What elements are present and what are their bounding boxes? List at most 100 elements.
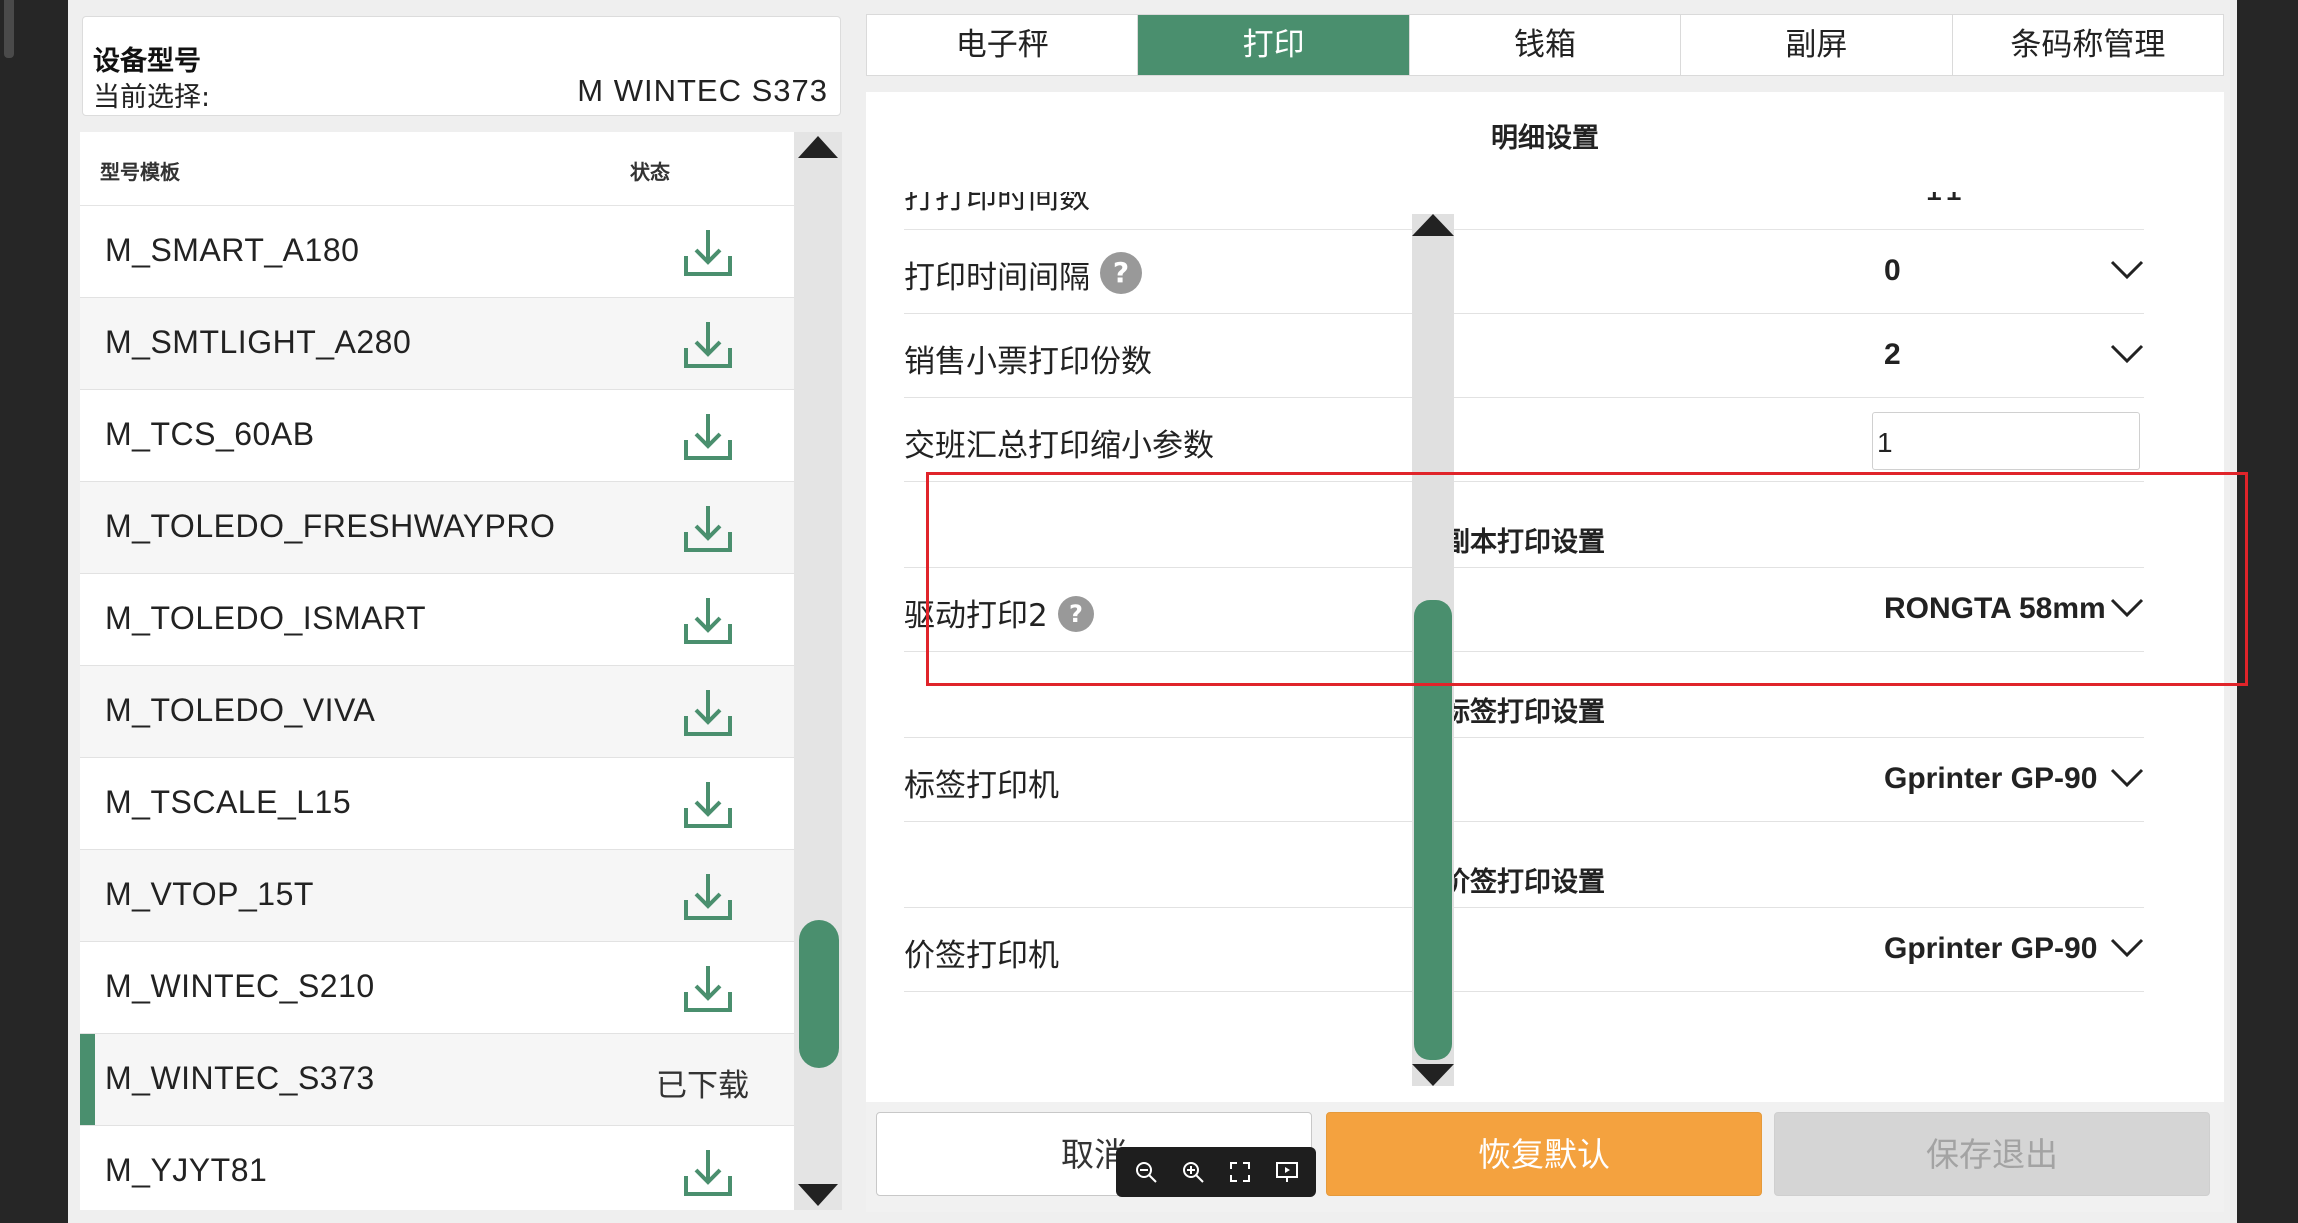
download-icon[interactable] (680, 1146, 736, 1200)
tab-barcode-scale[interactable]: 条码称管理 (1952, 15, 2224, 75)
detail-scrollbar[interactable] (1412, 214, 1454, 1086)
save-exit-button[interactable]: 保存退出 (1774, 1112, 2210, 1196)
setting-price-printer[interactable]: 价签打印机 Gprinter GP-90 (904, 908, 2144, 992)
model-row[interactable]: M_YJYT81 (80, 1126, 794, 1210)
settings-list: 打打印时间数 11 打印时间间隔 ? 0 销售小票打印份数 2 交班汇总打印缩小… (866, 192, 2166, 1102)
chevron-down-icon[interactable] (2109, 594, 2145, 622)
download-icon[interactable] (680, 686, 736, 740)
model-row[interactable]: M_TOLEDO_VIVA (80, 666, 794, 758)
download-icon[interactable] (680, 502, 736, 556)
download-icon[interactable] (680, 318, 736, 372)
scroll-down-arrow-icon[interactable] (798, 1184, 838, 1206)
model-name: M_SMTLIGHT_A280 (105, 324, 412, 360)
shift-scale-input[interactable]: 1 (1872, 412, 2140, 470)
model-list-header: 型号模板 状态 (80, 132, 794, 206)
download-icon[interactable] (680, 410, 736, 464)
section-label-print: 标签打印设置 (904, 652, 2144, 738)
restore-defaults-button[interactable]: 恢复默认 (1326, 1112, 1762, 1196)
chevron-down-icon[interactable] (2109, 934, 2145, 962)
receipt-copies-value[interactable]: 2 (1884, 338, 2122, 372)
scroll-up-arrow-icon[interactable] (1412, 214, 1454, 236)
model-name: M_SMART_A180 (105, 232, 360, 268)
model-row[interactable]: M_WINTEC_S210 (80, 942, 794, 1034)
price-printer-value[interactable]: Gprinter GP-90 (1884, 932, 2122, 966)
model-name: M_WINTEC_S210 (105, 968, 375, 1004)
chevron-down-icon[interactable] (2109, 764, 2145, 792)
model-list-scrollbar[interactable] (794, 132, 842, 1210)
scroll-up-arrow-icon[interactable] (798, 136, 838, 158)
detail-title: 明细设置 (1491, 123, 1599, 154)
model-name: M_YJYT81 (105, 1152, 268, 1188)
tab-scale[interactable]: 电子秤 (867, 15, 1139, 75)
model-row[interactable]: M_TOLEDO_FRESHWAYPRO (80, 482, 794, 574)
model-row[interactable]: M_WINTEC_S373 已下载 (80, 1034, 794, 1126)
model-list: 型号模板 状态 M_SMART_A180 M_SMTLIGHT_A280 M_TCS… (80, 132, 794, 1210)
app-window: 设备型号 当前选择: M WINTEC S373 型号模板 状态 M_SMART… (68, 0, 2248, 1223)
setting-print-interval[interactable]: 打印时间间隔 ? 0 (904, 230, 2144, 314)
window-left-edge (0, 0, 68, 1223)
model-row[interactable]: M_TSCALE_L15 (80, 758, 794, 850)
tab-cash-drawer[interactable]: 钱箱 (1409, 15, 1682, 75)
column-header-status: 状态 (630, 160, 670, 184)
setting-receipt-copies[interactable]: 销售小票打印份数 2 (904, 314, 2144, 398)
zoom-toolbar (1116, 1147, 1316, 1197)
setting-shift-scale: 交班汇总打印缩小参数 1 (904, 398, 2144, 482)
scroll-thumb[interactable] (799, 920, 839, 1068)
model-row[interactable]: M_VTOP_15T (80, 850, 794, 942)
shift-scale-label: 交班汇总打印缩小参数 (904, 428, 1214, 464)
model-row[interactable]: M_SMART_A180 (80, 206, 794, 298)
help-icon[interactable]: ? (1058, 596, 1094, 632)
section-price-print: 价签打印设置 (904, 822, 2144, 908)
model-rows: M_SMART_A180 M_SMTLIGHT_A280 M_TCS_60AB M_T… (80, 206, 794, 1210)
scroll-thumb[interactable] (1414, 600, 1452, 1060)
detail-panel: 明细设置 打打印时间数 11 打印时间间隔 ? 0 销售小票打印份数 2 交班汇… (866, 92, 2224, 1102)
zoom-in-icon[interactable] (1180, 1159, 1206, 1185)
device-header: 设备型号 当前选择: M WINTEC S373 (82, 16, 841, 116)
setting-driver-print-2[interactable]: 驱动打印2 ? RONGTA 58mm (904, 568, 2144, 652)
tab-print[interactable]: 打印 (1138, 15, 1410, 75)
clipped-setting-row: 打打印时间数 11 (904, 192, 2144, 230)
label-printer-label: 标签打印机 (904, 768, 1059, 804)
presentation-icon[interactable] (1274, 1159, 1300, 1185)
downloaded-status: 已下载 (656, 1068, 749, 1104)
clipped-row-label: 打打印时间数 (904, 192, 1090, 216)
section-copy-print: 副本打印设置 (904, 482, 2144, 568)
model-name: M_WINTEC_S373 (105, 1060, 375, 1096)
download-icon[interactable] (680, 594, 736, 648)
column-header-model: 型号模板 (100, 160, 180, 184)
bottom-action-bar: 取消 恢复默认 保存退出 (866, 1102, 2224, 1212)
label-printer-value[interactable]: Gprinter GP-90 (1884, 762, 2122, 796)
download-icon[interactable] (680, 870, 736, 924)
print-interval-value[interactable]: 0 (1884, 254, 2122, 288)
fit-screen-icon[interactable] (1227, 1159, 1253, 1185)
driver-print-2-value[interactable]: RONGTA 58mm (1884, 592, 2122, 626)
help-icon[interactable]: ? (1100, 252, 1142, 294)
clipped-row-value: 11 (1924, 192, 1963, 208)
download-icon[interactable] (680, 778, 736, 832)
window-grip[interactable] (4, 0, 14, 58)
download-icon[interactable] (680, 962, 736, 1016)
download-icon[interactable] (680, 226, 736, 280)
section-price-print-title: 价签打印设置 (1443, 867, 1605, 898)
model-name: M_VTOP_15T (105, 876, 314, 912)
current-selection-label: 当前选择: (93, 82, 211, 113)
chevron-down-icon[interactable] (2109, 340, 2145, 368)
chevron-down-icon[interactable] (2109, 256, 2145, 284)
device-title: 设备型号 (93, 46, 201, 77)
section-copy-print-title: 副本打印设置 (1443, 527, 1605, 558)
price-printer-label: 价签打印机 (904, 938, 1059, 974)
current-selection-value: M WINTEC S373 (577, 73, 828, 108)
section-label-print-title: 标签打印设置 (1443, 697, 1605, 728)
tab-secondary-screen[interactable]: 副屏 (1681, 15, 1953, 75)
model-name: M_TOLEDO_FRESHWAYPRO (105, 508, 556, 544)
window-right-edge (2237, 0, 2298, 1223)
setting-label-printer[interactable]: 标签打印机 Gprinter GP-90 (904, 738, 2144, 822)
model-row[interactable]: M_TOLEDO_ISMART (80, 574, 794, 666)
model-name: M_TOLEDO_ISMART (105, 600, 427, 636)
driver-print-2-label: 驱动打印2 (904, 598, 1048, 634)
model-row[interactable]: M_SMTLIGHT_A280 (80, 298, 794, 390)
scroll-down-arrow-icon[interactable] (1412, 1064, 1454, 1086)
zoom-out-icon[interactable] (1133, 1159, 1159, 1185)
model-row[interactable]: M_TCS_60AB (80, 390, 794, 482)
model-name: M_TSCALE_L15 (105, 784, 352, 820)
